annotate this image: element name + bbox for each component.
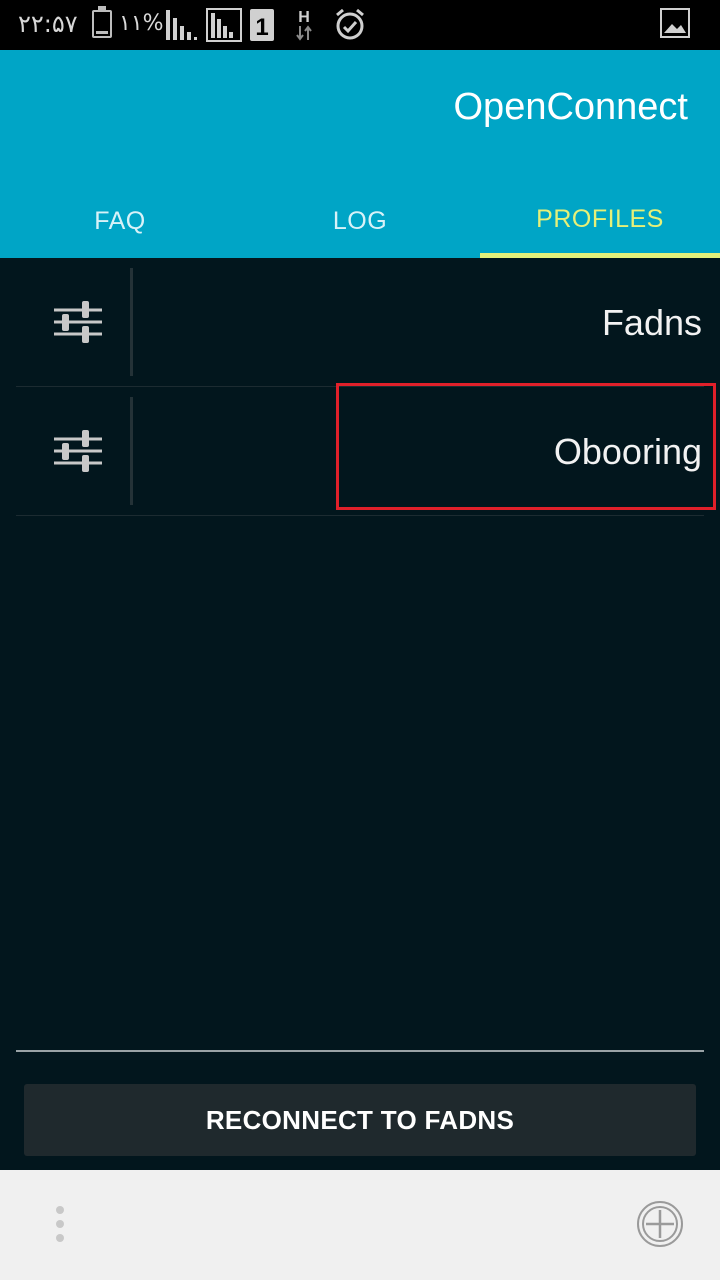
settings-sliders-icon[interactable] [52, 296, 104, 348]
profile-row-oboorning[interactable]: Obooring [16, 387, 704, 516]
sim-number: 1 [255, 14, 268, 41]
status-bar: ۲۲:۵۷ ۱۱% 1 H [0, 0, 720, 50]
profile-list: Fadns Obooring [16, 258, 704, 516]
profile-name[interactable]: Obooring [554, 431, 702, 473]
app-bar: OpenConnect FAQ LOG PROFILES [0, 50, 720, 258]
divider [16, 1050, 704, 1052]
hspa-data-icon: H [296, 9, 312, 41]
app-title: OpenConnect [453, 86, 689, 128]
profile-row-fadns[interactable]: Fadns [16, 258, 704, 387]
tab-faq[interactable]: FAQ [0, 185, 240, 258]
sim-1-icon: 1 [250, 9, 274, 41]
alarm-icon [336, 8, 364, 40]
status-time: ۲۲:۵۷ [18, 10, 78, 38]
signal-icon [206, 8, 242, 42]
reconnect-button[interactable]: RECONNECT TO FADNS [24, 1084, 696, 1156]
overflow-menu-icon[interactable] [50, 1206, 70, 1246]
tab-profiles[interactable]: PROFILES [480, 185, 720, 258]
tab-log[interactable]: LOG [240, 185, 480, 258]
profile-name[interactable]: Fadns [602, 302, 702, 344]
gallery-notification-icon [660, 8, 690, 38]
row-divider [130, 397, 133, 505]
signal-icon [166, 10, 197, 40]
bottom-action-bar [0, 1170, 720, 1280]
tab-bar: FAQ LOG PROFILES [0, 185, 720, 258]
row-divider [130, 268, 133, 376]
battery-percent: ۱۱% [119, 11, 164, 36]
battery-icon [92, 6, 112, 38]
add-circle-icon[interactable] [636, 1200, 684, 1248]
settings-sliders-icon[interactable] [52, 425, 104, 477]
network-type: H [298, 9, 310, 26]
